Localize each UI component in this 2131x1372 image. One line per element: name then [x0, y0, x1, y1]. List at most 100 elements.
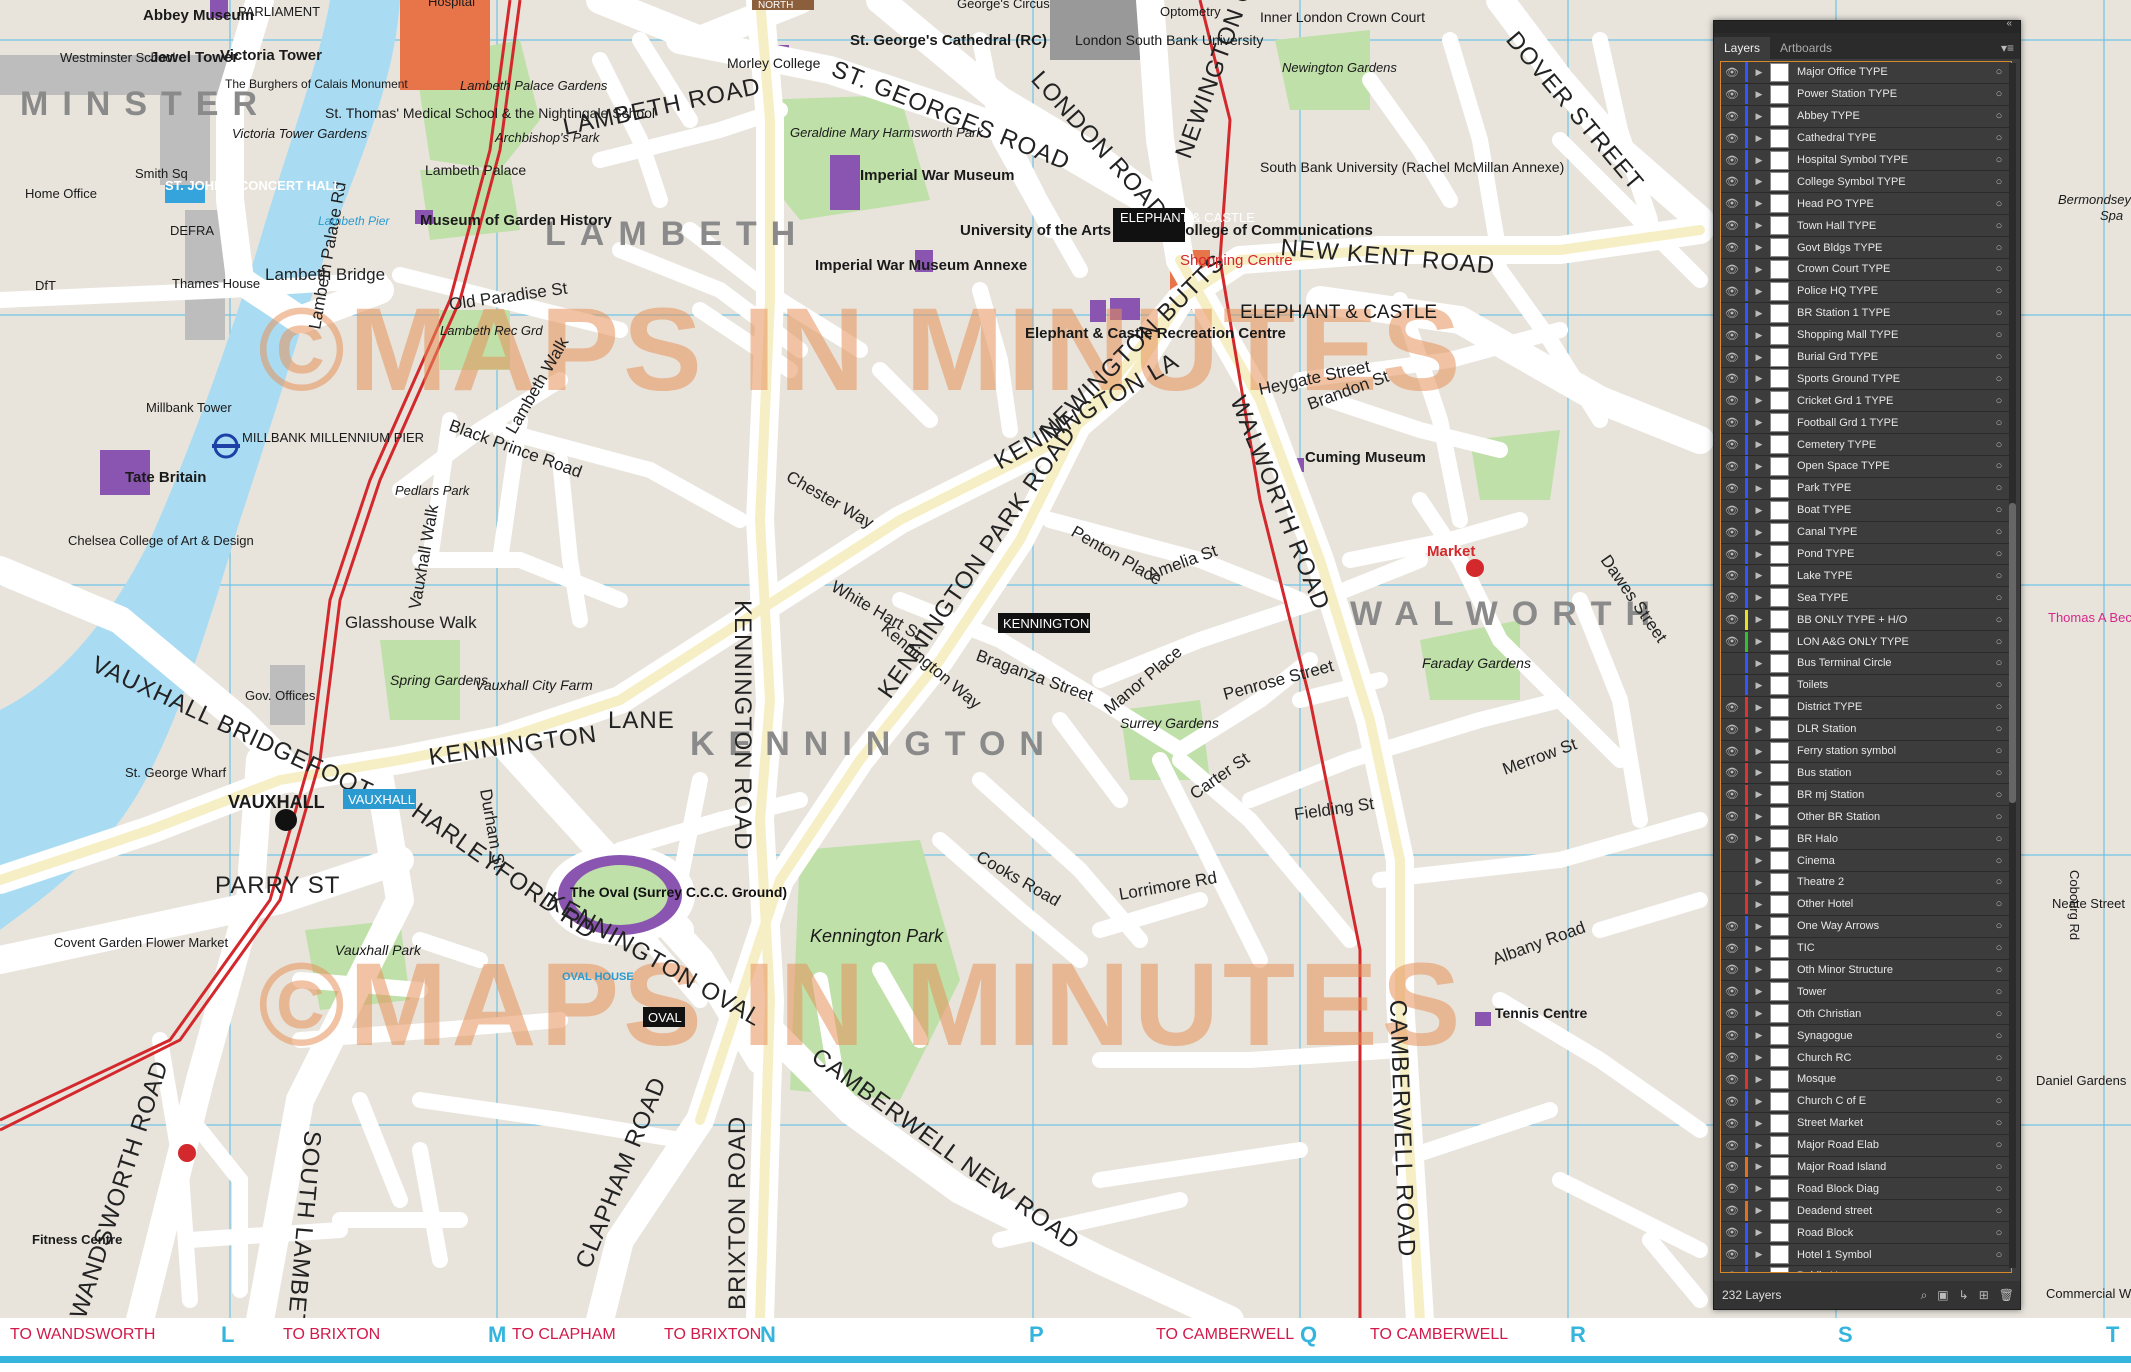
expand-triangle-icon[interactable]: ▶ — [1748, 570, 1770, 581]
visibility-eye-icon[interactable]: 👁 — [1721, 88, 1743, 101]
target-circle-icon[interactable]: ○ — [1987, 439, 2011, 451]
layer-name[interactable]: BR Halo — [1797, 833, 1987, 845]
expand-triangle-icon[interactable]: ▶ — [1748, 724, 1770, 735]
target-circle-icon[interactable]: ○ — [1987, 548, 2011, 560]
expand-triangle-icon[interactable]: ▶ — [1748, 811, 1770, 822]
layer-row[interactable]: 👁 ▶ Ferry station symbol ○ — [1721, 741, 2011, 763]
layer-name[interactable]: Tower — [1797, 986, 1987, 998]
layer-name[interactable]: Govt Bldgs TYPE — [1797, 242, 1987, 254]
target-circle-icon[interactable]: ○ — [1987, 1030, 2011, 1042]
visibility-eye-icon[interactable]: 👁 — [1721, 132, 1743, 145]
layer-name[interactable]: DLR Station — [1797, 723, 1987, 735]
layer-row[interactable]: 👁 ▶ Road Block ○ — [1721, 1222, 2011, 1245]
expand-triangle-icon[interactable]: ▶ — [1748, 176, 1770, 187]
layer-name[interactable]: District TYPE — [1797, 701, 1987, 713]
target-circle-icon[interactable]: ○ — [1987, 66, 2011, 78]
expand-triangle-icon[interactable]: ▶ — [1748, 220, 1770, 231]
visibility-eye-icon[interactable]: 👁 — [1721, 1270, 1743, 1272]
visibility-eye-icon[interactable]: 👁 — [1721, 460, 1743, 473]
expand-triangle-icon[interactable]: ▶ — [1748, 155, 1770, 166]
expand-triangle-icon[interactable]: ▶ — [1748, 308, 1770, 319]
expand-triangle-icon[interactable]: ▶ — [1748, 1249, 1770, 1260]
layer-row[interactable]: 👁 ▶ Sports Ground TYPE ○ — [1721, 368, 2011, 391]
layer-name[interactable]: Bus Terminal Circle — [1797, 657, 1987, 669]
layer-row[interactable]: 👁 ▶ Other BR Station ○ — [1721, 806, 2011, 829]
layer-row[interactable]: 👁 ▶ Police HQ TYPE ○ — [1721, 281, 2011, 303]
expand-triangle-icon[interactable]: ▶ — [1748, 658, 1770, 669]
target-circle-icon[interactable]: ○ — [1987, 920, 2011, 932]
tab-layers[interactable]: Layers — [1714, 37, 1771, 59]
make-clipping-mask-icon[interactable]: ▣ — [1937, 1288, 1948, 1303]
tab-artboards[interactable]: Artboards — [1770, 37, 1842, 59]
layer-row[interactable]: 👁 ▶ Major Road Elab ○ — [1721, 1135, 2011, 1157]
visibility-eye-icon[interactable]: 👁 — [1721, 723, 1743, 736]
layer-name[interactable]: Church C of E — [1797, 1095, 1987, 1107]
layer-row[interactable]: 👁 ▶ Open Space TYPE ○ — [1721, 456, 2011, 478]
target-circle-icon[interactable]: ○ — [1987, 220, 2011, 232]
expand-triangle-icon[interactable]: ▶ — [1748, 352, 1770, 363]
visibility-eye-icon[interactable]: 👁 — [1721, 1007, 1743, 1020]
layer-row[interactable]: 👁 ▶ BR mj Station ○ — [1721, 784, 2011, 807]
visibility-eye-icon[interactable]: 👁 — [1721, 569, 1743, 582]
layer-row[interactable]: 👁 ▶ Church RC ○ — [1721, 1047, 2011, 1069]
layer-row[interactable]: 👁 ▶ Road Block Diag ○ — [1721, 1178, 2011, 1201]
target-circle-icon[interactable]: ○ — [1987, 504, 2011, 516]
layer-name[interactable]: Cricket Grd 1 TYPE — [1797, 395, 1987, 407]
layer-row[interactable]: 👁 ▶ Govt Bldgs TYPE ○ — [1721, 237, 2011, 260]
layer-name[interactable]: Canal TYPE — [1797, 526, 1987, 538]
visibility-eye-icon[interactable]: 👁 — [1721, 832, 1743, 845]
target-circle-icon[interactable]: ○ — [1987, 526, 2011, 538]
target-circle-icon[interactable]: ○ — [1987, 592, 2011, 604]
target-circle-icon[interactable]: ○ — [1987, 460, 2011, 472]
layer-name[interactable]: Oth Minor Structure — [1797, 964, 1987, 976]
expand-triangle-icon[interactable]: ▶ — [1748, 1161, 1770, 1172]
expand-triangle-icon[interactable]: ▶ — [1748, 67, 1770, 78]
layer-row[interactable]: 👁 ▶ Burial Grd TYPE ○ — [1721, 347, 2011, 369]
layer-name[interactable]: College Symbol TYPE — [1797, 176, 1987, 188]
expand-triangle-icon[interactable]: ▶ — [1748, 964, 1770, 975]
layer-row[interactable]: 👁 ▶ Abbey TYPE ○ — [1721, 106, 2011, 128]
target-circle-icon[interactable]: ○ — [1987, 636, 2011, 648]
target-circle-icon[interactable]: ○ — [1987, 285, 2011, 297]
visibility-eye-icon[interactable]: 👁 — [1721, 766, 1743, 779]
expand-triangle-icon[interactable]: ▶ — [1748, 592, 1770, 603]
target-circle-icon[interactable]: ○ — [1987, 657, 2011, 669]
visibility-eye-icon[interactable]: 👁 — [1721, 394, 1743, 407]
target-circle-icon[interactable]: ○ — [1987, 614, 2011, 626]
layer-name[interactable]: Oth Christian — [1797, 1008, 1987, 1020]
layer-name[interactable]: Cathedral TYPE — [1797, 132, 1987, 144]
layer-row[interactable]: 👁 ▶ DLR Station ○ — [1721, 719, 2011, 741]
new-layer-icon[interactable]: ⊞ — [1979, 1288, 1989, 1303]
target-circle-icon[interactable]: ○ — [1987, 1183, 2011, 1195]
target-circle-icon[interactable]: ○ — [1987, 767, 2011, 779]
visibility-eye-icon[interactable]: 👁 — [1721, 482, 1743, 495]
visibility-eye-icon[interactable]: 👁 — [1721, 1117, 1743, 1130]
expand-triangle-icon[interactable]: ▶ — [1748, 855, 1770, 866]
target-circle-icon[interactable]: ○ — [1987, 1270, 2011, 1272]
layer-row[interactable]: 👁 ▶ Crown Court TYPE ○ — [1721, 259, 2011, 281]
visibility-eye-icon[interactable]: 👁 — [1721, 351, 1743, 364]
locate-object-icon[interactable]: ⌕ — [1921, 1288, 1928, 1303]
expand-triangle-icon[interactable]: ▶ — [1748, 746, 1770, 757]
visibility-eye-icon[interactable]: 👁 — [1721, 788, 1743, 801]
expand-triangle-icon[interactable]: ▶ — [1748, 198, 1770, 209]
layer-row[interactable]: 👁 ▶ Cricket Grd 1 TYPE ○ — [1721, 390, 2011, 413]
visibility-eye-icon[interactable]: 👁 — [1721, 285, 1743, 298]
expand-triangle-icon[interactable]: ▶ — [1748, 505, 1770, 516]
visibility-eye-icon[interactable]: 👁 — [1721, 526, 1743, 539]
expand-triangle-icon[interactable]: ▶ — [1748, 1074, 1770, 1085]
layer-row[interactable]: 👁 ▶ Pond TYPE ○ — [1721, 544, 2011, 566]
visibility-eye-icon[interactable]: 👁 — [1721, 701, 1743, 714]
visibility-eye-icon[interactable]: 👁 — [1721, 154, 1743, 167]
layer-name[interactable]: Major Road Elab — [1797, 1139, 1987, 1151]
layer-scrollbar[interactable] — [2009, 63, 2016, 1268]
visibility-eye-icon[interactable]: 👁 — [1721, 745, 1743, 758]
expand-triangle-icon[interactable]: ▶ — [1748, 943, 1770, 954]
layer-name[interactable]: BR mj Station — [1797, 789, 1987, 801]
visibility-eye-icon[interactable]: 👁 — [1721, 635, 1743, 648]
expand-triangle-icon[interactable]: ▶ — [1748, 395, 1770, 406]
layer-name[interactable]: Shopping Mall TYPE — [1797, 329, 1987, 341]
expand-triangle-icon[interactable]: ▶ — [1748, 767, 1770, 778]
target-circle-icon[interactable]: ○ — [1987, 263, 2011, 275]
target-circle-icon[interactable]: ○ — [1987, 482, 2011, 494]
